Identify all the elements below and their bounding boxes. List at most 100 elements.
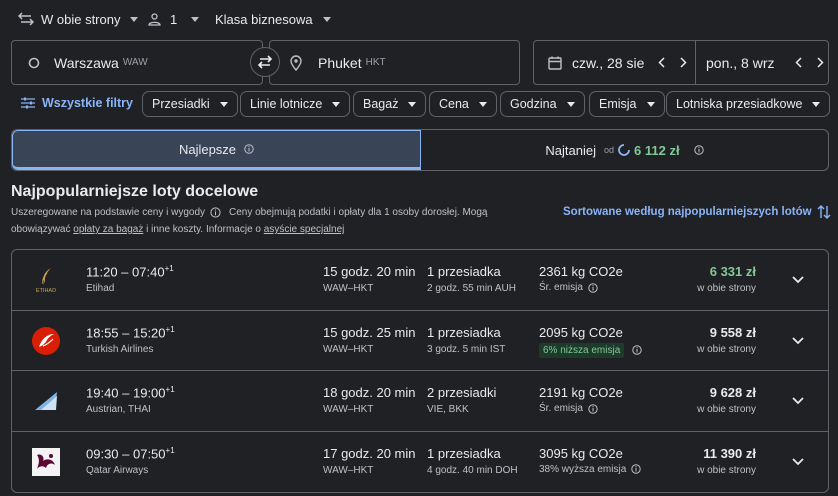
expand-chevron-icon[interactable] — [788, 331, 808, 351]
austrian-thai-logo — [31, 386, 61, 416]
expand-chevron-icon[interactable] — [788, 452, 808, 472]
flight-row[interactable]: 18:55 – 15:20+1 Turkish Airlines 15 godz… — [12, 311, 828, 371]
prev-date-icon[interactable] — [795, 57, 803, 68]
all-filters-label: Wszystkie filtry — [42, 96, 134, 110]
flight-route: WAW–HKT — [323, 404, 374, 415]
info-icon[interactable] — [632, 345, 642, 355]
swap-locations-button[interactable] — [250, 47, 280, 77]
origin-field[interactable]: Warszawa WAW — [11, 40, 263, 85]
filter-stops[interactable]: Przesiadki — [142, 91, 238, 117]
caret-down-icon — [130, 16, 139, 22]
flight-route: WAW–HKT — [323, 283, 374, 294]
etihad-logo-text: ETIHAD — [36, 288, 56, 294]
filter-time[interactable]: Godzina — [500, 91, 585, 117]
expand-chevron-icon[interactable] — [788, 270, 808, 290]
info-icon[interactable] — [210, 207, 221, 218]
flight-row[interactable]: ETIHAD 11:20 – 07:40+1 Etihad 15 godz. 2… — [12, 250, 828, 311]
desc-text: obowiązywać — [11, 224, 71, 235]
day-offset: +1 — [165, 445, 175, 455]
day-offset: +1 — [165, 385, 175, 394]
prev-date-icon[interactable] — [658, 57, 665, 68]
flight-duration: 15 godz. 20 min — [323, 264, 416, 279]
cabin-class-label: Klasa biznesowa — [215, 11, 313, 27]
airline-name: Qatar Airways — [86, 464, 149, 476]
depart-date[interactable]: czw., 28 sie — [572, 55, 644, 71]
tab-cheapest-label: Najtaniej — [545, 142, 597, 158]
person-icon — [148, 12, 161, 26]
flight-row[interactable]: 09:30 – 07:50+1 Qatar Airways 17 godz. 2… — [12, 432, 828, 493]
location-pin-icon — [290, 54, 302, 71]
times-text: 18:55 – 15:20 — [86, 324, 166, 340]
emission-label: Śr. emisja — [539, 282, 583, 293]
filter-label: Linie lotnicze — [250, 97, 323, 111]
caret-down-icon — [219, 101, 228, 107]
swap-arrows-icon — [18, 12, 34, 26]
etihad-logo: ETIHAD — [31, 265, 61, 295]
flight-price: 6 331 zł — [709, 264, 756, 279]
destination-field[interactable]: Phuket HKT — [269, 40, 520, 85]
caret-down-icon — [408, 101, 417, 107]
info-icon[interactable] — [693, 145, 704, 155]
info-icon[interactable] — [588, 403, 598, 414]
flight-stops: 1 przesiadka — [427, 445, 501, 461]
baggage-fees-link[interactable]: opłaty za bagaż — [73, 224, 143, 235]
special-assistance-link[interactable]: asyście specjalnej — [264, 224, 345, 235]
next-date-icon[interactable] — [817, 57, 825, 68]
filter-label: Godzina — [510, 97, 557, 111]
tab-cheapest[interactable]: Najtaniej od 6 112 zł — [421, 130, 828, 170]
filter-connecting-airports[interactable]: Lotniska przesiadkowe — [666, 91, 831, 117]
price-type: w obie strony — [697, 464, 756, 476]
expand-chevron-icon[interactable] — [788, 391, 808, 411]
info-icon[interactable] — [588, 282, 598, 293]
filter-airlines[interactable]: Linie lotnicze — [240, 91, 351, 117]
co2-value: 2095 kg CO2e — [539, 324, 623, 340]
info-icon[interactable] — [244, 144, 254, 154]
desc-text: i inne koszty. Informacje o — [146, 224, 261, 235]
stop-details: VIE, BKK — [427, 404, 469, 415]
filter-label: Cena — [439, 97, 469, 111]
times-text: 09:30 – 07:50 — [86, 445, 166, 461]
emission-info: Śr. emisja — [539, 403, 598, 414]
airline-name: Austrian, THAI — [86, 404, 151, 415]
sort-arrows-icon — [817, 204, 831, 220]
day-offset: +1 — [164, 264, 174, 273]
caret-down-icon — [646, 101, 655, 107]
flight-duration: 18 godz. 20 min — [323, 385, 416, 400]
sort-button[interactable]: Sortowane według najpopularniejszych lot… — [563, 204, 831, 220]
price-type: w obie strony — [697, 404, 756, 415]
next-date-icon[interactable] — [680, 57, 687, 68]
filter-label: Przesiadki — [152, 97, 210, 111]
cabin-class-select[interactable]: Klasa biznesowa — [215, 7, 331, 31]
caret-down-icon — [478, 101, 487, 107]
lower-emission-badge: 6% niższa emisja — [539, 342, 625, 358]
trip-type-label: W obie strony — [41, 11, 121, 27]
passengers-select[interactable]: 1 — [148, 7, 200, 31]
filter-emissions[interactable]: Emisja — [589, 91, 665, 117]
desc-text: Ceny obejmują podatki i opłaty dla 1 oso… — [229, 207, 488, 218]
destination-city: Phuket — [318, 54, 362, 71]
info-icon[interactable] — [631, 464, 641, 474]
flight-times: 19:40 – 19:00+1 — [86, 385, 175, 400]
filter-label: Lotniska przesiadkowe — [676, 97, 803, 111]
emission-info: 38% wyższa emisja — [539, 464, 641, 475]
caret-down-icon — [566, 101, 575, 107]
dates-field[interactable]: czw., 28 sie pon., 8 wrz — [533, 40, 829, 85]
return-date[interactable]: pon., 8 wrz — [706, 55, 774, 71]
all-filters-button[interactable]: Wszystkie filtry — [21, 96, 133, 110]
flight-row[interactable]: 19:40 – 19:00+1 Austrian, THAI 18 godz. … — [12, 371, 828, 432]
caret-down-icon — [812, 101, 821, 107]
day-offset: +1 — [165, 324, 175, 334]
sort-label: Sortowane według najpopularniejszych lot… — [563, 206, 812, 218]
flight-times: 09:30 – 07:50+1 — [86, 446, 175, 461]
filter-price[interactable]: Cena — [429, 91, 497, 117]
tab-best-label: Najlepsze — [178, 141, 237, 157]
section-description: Uszeregowane na podstawie ceny i wygody … — [11, 204, 551, 238]
emission-label: Śr. emisja — [539, 403, 583, 414]
price-type: w obie strony — [697, 343, 756, 355]
co2-value: 2361 kg CO2e — [539, 264, 623, 279]
trip-type-select[interactable]: W obie strony — [18, 7, 139, 31]
filter-baggage[interactable]: Bagaż — [353, 91, 427, 117]
flight-stops: 1 przesiadka — [427, 324, 501, 340]
tab-best[interactable]: Najlepsze — [12, 130, 421, 170]
filter-label: Emisja — [599, 97, 637, 111]
